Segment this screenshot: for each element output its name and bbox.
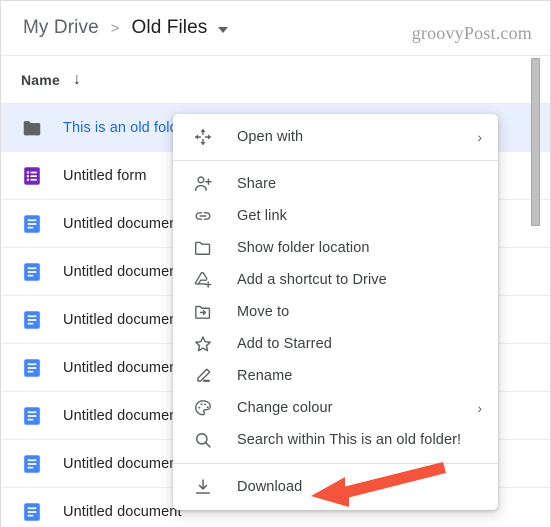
column-header-row: Name ↓ bbox=[1, 56, 550, 103]
scrollbar-thumb[interactable] bbox=[531, 58, 540, 226]
drive-file-browser: My Drive > Old Files groovyPost.com Name… bbox=[0, 0, 551, 527]
menu-group: Share Get link Show folder location Add a s… bbox=[173, 161, 498, 463]
link-icon bbox=[193, 206, 213, 226]
menu-item-share[interactable]: Share bbox=[173, 168, 498, 200]
add-shortcut-drive-icon bbox=[193, 270, 213, 290]
menu-item-rename[interactable]: Rename bbox=[173, 360, 498, 392]
palette-icon bbox=[193, 398, 213, 418]
menu-item-get-link[interactable]: Get link bbox=[173, 200, 498, 232]
star-outline-icon bbox=[193, 334, 213, 354]
sort-descending-icon[interactable]: ↓ bbox=[73, 71, 81, 88]
context-menu: Open with › Share Get link Show folder locat… bbox=[173, 114, 498, 510]
chevron-right-icon: › bbox=[477, 400, 482, 416]
menu-item-add-a-shortcut-to-drive[interactable]: Add a shortcut to Drive bbox=[173, 264, 498, 296]
menu-item-label: Rename bbox=[237, 368, 293, 384]
file-name: Untitled form bbox=[63, 167, 147, 184]
menu-item-label: Add to Starred bbox=[237, 336, 332, 352]
pencil-icon bbox=[193, 366, 213, 386]
menu-item-download[interactable]: Download bbox=[173, 471, 498, 503]
open-with-move-icon bbox=[193, 127, 213, 147]
person-add-icon bbox=[193, 174, 213, 194]
menu-item-label: Get link bbox=[237, 208, 287, 224]
file-name: Untitled document bbox=[63, 311, 182, 328]
vertical-scrollbar[interactable] bbox=[531, 58, 540, 527]
breadcrumb-separator-icon: > bbox=[110, 19, 120, 37]
menu-item-add-to-starred[interactable]: Add to Starred bbox=[173, 328, 498, 360]
menu-group: Download bbox=[173, 464, 498, 510]
menu-item-change-colour[interactable]: Change colour › bbox=[173, 392, 498, 424]
google-docs-icon bbox=[21, 309, 43, 331]
menu-item-label: Download bbox=[237, 479, 303, 495]
menu-item-label: Add a shortcut to Drive bbox=[237, 272, 387, 288]
breadcrumb: My Drive > Old Files groovyPost.com bbox=[1, 1, 550, 55]
file-name: Untitled document bbox=[63, 359, 182, 376]
menu-group: Open with › bbox=[173, 114, 498, 160]
file-name: Untitled document bbox=[63, 215, 182, 232]
menu-item-label: Show folder location bbox=[237, 240, 370, 256]
search-icon bbox=[193, 430, 213, 450]
file-name: Untitled document bbox=[63, 455, 182, 472]
file-name: Untitled document bbox=[63, 263, 182, 280]
google-docs-icon bbox=[21, 357, 43, 379]
google-docs-icon bbox=[21, 405, 43, 427]
watermark: groovyPost.com bbox=[411, 23, 532, 43]
menu-item-label: Open with bbox=[237, 129, 304, 145]
google-docs-icon bbox=[21, 501, 43, 523]
chevron-right-icon: › bbox=[477, 129, 482, 145]
menu-item-show-folder-location[interactable]: Show folder location bbox=[173, 232, 498, 264]
menu-item-label: Change colour bbox=[237, 400, 333, 416]
menu-item-move-to[interactable]: Move to bbox=[173, 296, 498, 328]
column-header-name[interactable]: Name bbox=[21, 72, 60, 88]
folder-outline-icon bbox=[193, 238, 213, 258]
menu-item-label: Move to bbox=[237, 304, 290, 320]
download-icon bbox=[193, 477, 213, 497]
menu-item-open-with[interactable]: Open with › bbox=[173, 121, 498, 153]
google-docs-icon bbox=[21, 213, 43, 235]
breadcrumb-root[interactable]: My Drive bbox=[23, 17, 99, 39]
move-to-folder-icon bbox=[193, 302, 213, 322]
google-docs-icon bbox=[21, 453, 43, 475]
file-name: Untitled document bbox=[63, 503, 182, 520]
file-name: Untitled document bbox=[63, 407, 182, 424]
menu-item-label: Search within This is an old folder! bbox=[237, 432, 462, 448]
chevron-down-icon[interactable] bbox=[218, 26, 229, 33]
breadcrumb-current[interactable]: Old Files bbox=[132, 17, 208, 39]
folder-icon bbox=[21, 117, 43, 139]
google-docs-icon bbox=[21, 261, 43, 283]
google-form-icon bbox=[21, 165, 43, 187]
menu-item-search-within-this-is-an-old-folder[interactable]: Search within This is an old folder! bbox=[173, 424, 498, 456]
menu-item-label: Share bbox=[237, 176, 277, 192]
